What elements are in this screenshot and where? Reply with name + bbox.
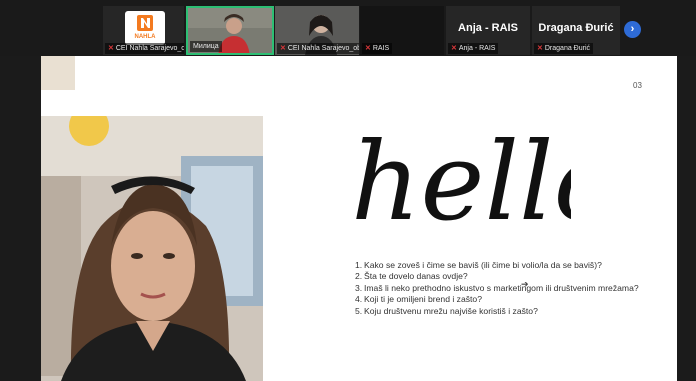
nahla-logo-icon [137, 15, 153, 31]
portrait-image [41, 116, 263, 381]
participant-strip: NAHLA ✕ CEI Nahla Sarajevo_obuke Милица … [0, 0, 696, 56]
list-item: 2. Šta te dovelo danas ovdje? [355, 271, 468, 282]
list-item: 5. Koju društvenu mrežu najviše koristiš … [355, 305, 538, 316]
list-item: 1. Kako se zoveš i čime se baviš (ili čim… [355, 260, 602, 270]
participant-name: ✕ Dragana Đurić [534, 43, 594, 54]
mic-muted-icon: ✕ [537, 45, 543, 52]
decorative-block [41, 56, 75, 90]
participant-tile-p1[interactable]: NAHLA ✕ CEI Nahla Sarajevo_obuke [103, 6, 184, 55]
mic-muted-icon: ✕ [365, 45, 371, 52]
right-edge-panel [677, 56, 696, 381]
portrait-photo [41, 116, 263, 381]
list-item: 4. Koji ti je omiljeni brend i zašto? [355, 294, 482, 305]
mic-muted-icon: ✕ [108, 45, 114, 52]
participant-tile-p5[interactable]: Anja - RAIS ✕ Anja - RAIS [446, 6, 530, 55]
participant-display-name: Dragana Đurić [538, 22, 614, 34]
participant-display-name: Anja - RAIS [458, 22, 518, 34]
hello-text: hello [351, 120, 571, 245]
participant-name: Милица [190, 41, 222, 52]
participant-name: ✕ Anja - RAIS [448, 43, 499, 54]
participant-name: ✕ RAIS [362, 43, 393, 54]
question-list: 1. Kako se zoveš i čime se baviš (ili čim… [355, 260, 645, 317]
participant-tile-p6[interactable]: Dragana Đurić ✕ Dragana Đurić [532, 6, 620, 55]
shared-slide: 03 hello 1.Kako se zoveš i čime se baviš… [41, 56, 677, 381]
participant-tile-p2[interactable]: Милица [186, 6, 274, 55]
list-item: 3. Imaš li neko prethodno iskustvo s mark… [355, 282, 639, 293]
nahla-logo: NAHLA [125, 11, 165, 45]
logo-text: NAHLA [134, 34, 156, 40]
participant-tile-p4[interactable]: ✕ RAIS [360, 6, 444, 55]
participant-tile-p3[interactable]: ✕ CEI Nahla Sarajevo_obuke [275, 6, 359, 55]
mic-muted-icon: ✕ [451, 45, 457, 52]
hello-title: hello [351, 120, 571, 245]
mouse-cursor-icon: ➔ [521, 279, 529, 289]
mic-muted-icon: ✕ [280, 45, 286, 52]
slide-page-number: 03 [633, 81, 642, 90]
chevron-right-icon[interactable]: › [624, 21, 641, 38]
participant-name: ✕ CEI Nahla Sarajevo_obuke [105, 43, 184, 54]
participant-name: ✕ CEI Nahla Sarajevo_obuke [277, 43, 359, 54]
